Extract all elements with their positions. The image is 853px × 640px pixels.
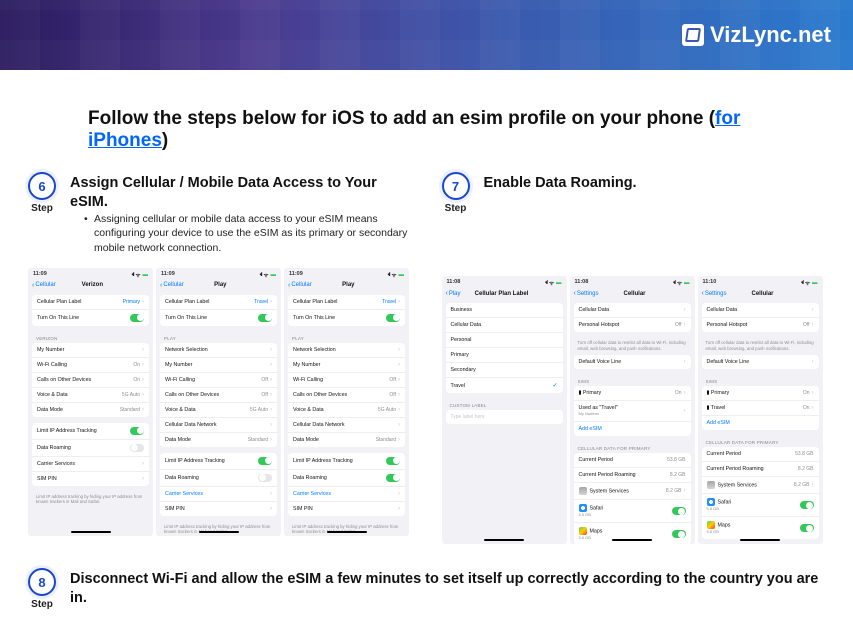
step-6: 6 Step Assign Cellular / Mobile Data Acc… [28,172,412,544]
brand-text: VizLync.net [710,22,831,48]
nav-title: Verizon [36,282,149,288]
step-6-label: Step [28,203,56,214]
step-8-number: 8 [28,568,56,596]
gear-icon [707,481,715,489]
custom-label-input[interactable]: Type label here [451,414,485,420]
chevron-left-icon: ‹ [32,282,34,289]
step-7-title: Enable Data Roaming. [484,174,826,193]
brand: VizLync.net [682,22,831,48]
maps-icon [579,527,587,535]
step-8: 8 Step Disconnect Wi-Fi and allow the eS… [28,568,825,610]
step-6-desc: Assigning cellular or mobile data access… [84,212,412,256]
page-title: Follow the steps below for iOS to add an… [88,108,825,152]
status-icons: •ıl ᯤ ▬ [131,271,148,279]
screenshot-6b: 11:09•ıl ᯤ ▬ ‹CellularPlay Cellular Plan… [156,268,281,536]
screenshot-6a: 11:09•ıl ᯤ ▬ ‹CellularVerizon Cellular P… [28,268,153,536]
screenshot-6c: 11:09•ıl ᯤ ▬ ‹CellularPlay Cellular Plan… [284,268,409,536]
chevron-right-icon: › [142,299,144,305]
maps-icon [707,521,715,529]
screenshot-7a: 11:08•ıl ᯤ ▬ ‹PlayCellular Plan Label Bu… [442,276,567,544]
toggle-off[interactable] [130,444,144,452]
banner: VizLync.net [0,0,853,70]
step-7-label: Step [442,203,470,214]
step-8-label: Step [28,599,56,610]
row-turn-on[interactable]: Turn On This Line [32,310,149,326]
check-icon: ✓ [552,382,557,389]
home-indicator [71,531,111,533]
brand-logo-icon [682,24,704,46]
toggle-on[interactable] [130,314,144,322]
step-6-title: Assign Cellular / Mobile Data Access to … [70,174,412,212]
safari-icon [707,498,715,506]
gear-icon [579,487,587,495]
safari-icon [579,504,587,512]
screenshot-7c: 11:10•ıl ᯤ ▬ ‹SettingsCellular Cellular … [698,276,823,544]
screenshot-7b: 11:08•ıl ᯤ ▬ ‹SettingsCellular Cellular … [570,276,695,544]
step-7: 7 Step Enable Data Roaming. 11:08•ıl ᯤ ▬… [442,172,826,544]
step-6-number: 6 [28,172,56,200]
step-7-number: 7 [442,172,470,200]
step-8-title: Disconnect Wi-Fi and allow the eSIM a fe… [70,570,825,608]
toggle-on[interactable] [130,427,144,435]
row-plan-label[interactable]: Cellular Plan LabelPrimary› [32,295,149,310]
